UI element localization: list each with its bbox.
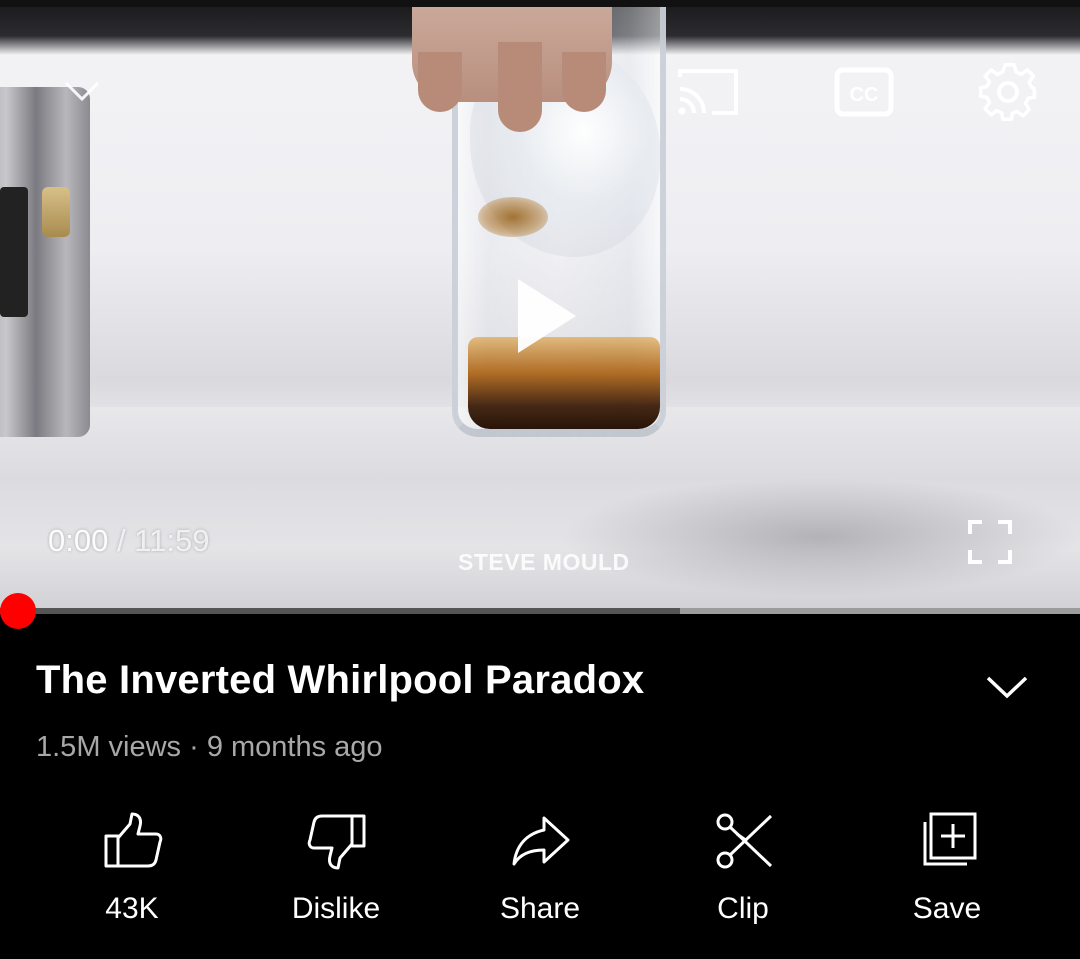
video-meta: 1.5M views · 9 months ago [36,731,383,763]
share-button[interactable]: Share [450,800,630,950]
clip-button[interactable]: Clip [653,800,833,950]
share-icon [512,816,570,866]
share-label: Share [499,892,581,925]
video-frame-hand [412,7,612,132]
like-button[interactable]: 43K [42,800,222,950]
progress-scrubber[interactable] [0,593,36,629]
thumbs-down-icon [307,814,366,870]
channel-watermark: STEVE MOULD [458,549,630,575]
scissors-icon [716,813,773,869]
video-title[interactable]: The Inverted Whirlpool Paradox [36,658,936,703]
current-time: 0:00 [48,523,109,558]
chevron-down-icon[interactable] [984,670,1030,702]
captions-label: CC [850,84,879,106]
dislike-label: Dislike [291,892,381,925]
watch-page: STEVE MOULD CC 0:00 / 11:59 The Inverted… [0,0,1080,959]
gear-icon[interactable] [976,59,1040,125]
play-icon[interactable] [512,275,580,357]
cast-icon[interactable] [676,65,740,119]
video-frame-machine [0,87,90,437]
video-frame-tea-swirl [478,197,548,237]
fullscreen-icon[interactable] [966,518,1014,566]
save-playlist-icon [923,812,977,866]
thumbs-up-icon [104,812,163,868]
closed-captions-icon[interactable]: CC [834,65,894,119]
progress-buffered [680,608,1080,614]
clip-label: Clip [717,892,769,925]
time-separator: / [116,523,126,558]
chevron-down-icon[interactable] [62,75,102,105]
like-count: 43K [105,892,159,925]
video-duration: 11:59 [134,523,210,558]
action-bar: 43K Dislike Share Clip Save [0,800,1080,950]
status-bar [0,0,1080,7]
dislike-button[interactable]: Dislike [246,800,426,950]
playback-time: 0:00 / 11:59 [48,523,210,559]
save-label: Save [912,892,982,925]
save-button[interactable]: Save [857,800,1037,950]
video-player[interactable]: STEVE MOULD CC 0:00 / 11:59 [0,7,1080,609]
